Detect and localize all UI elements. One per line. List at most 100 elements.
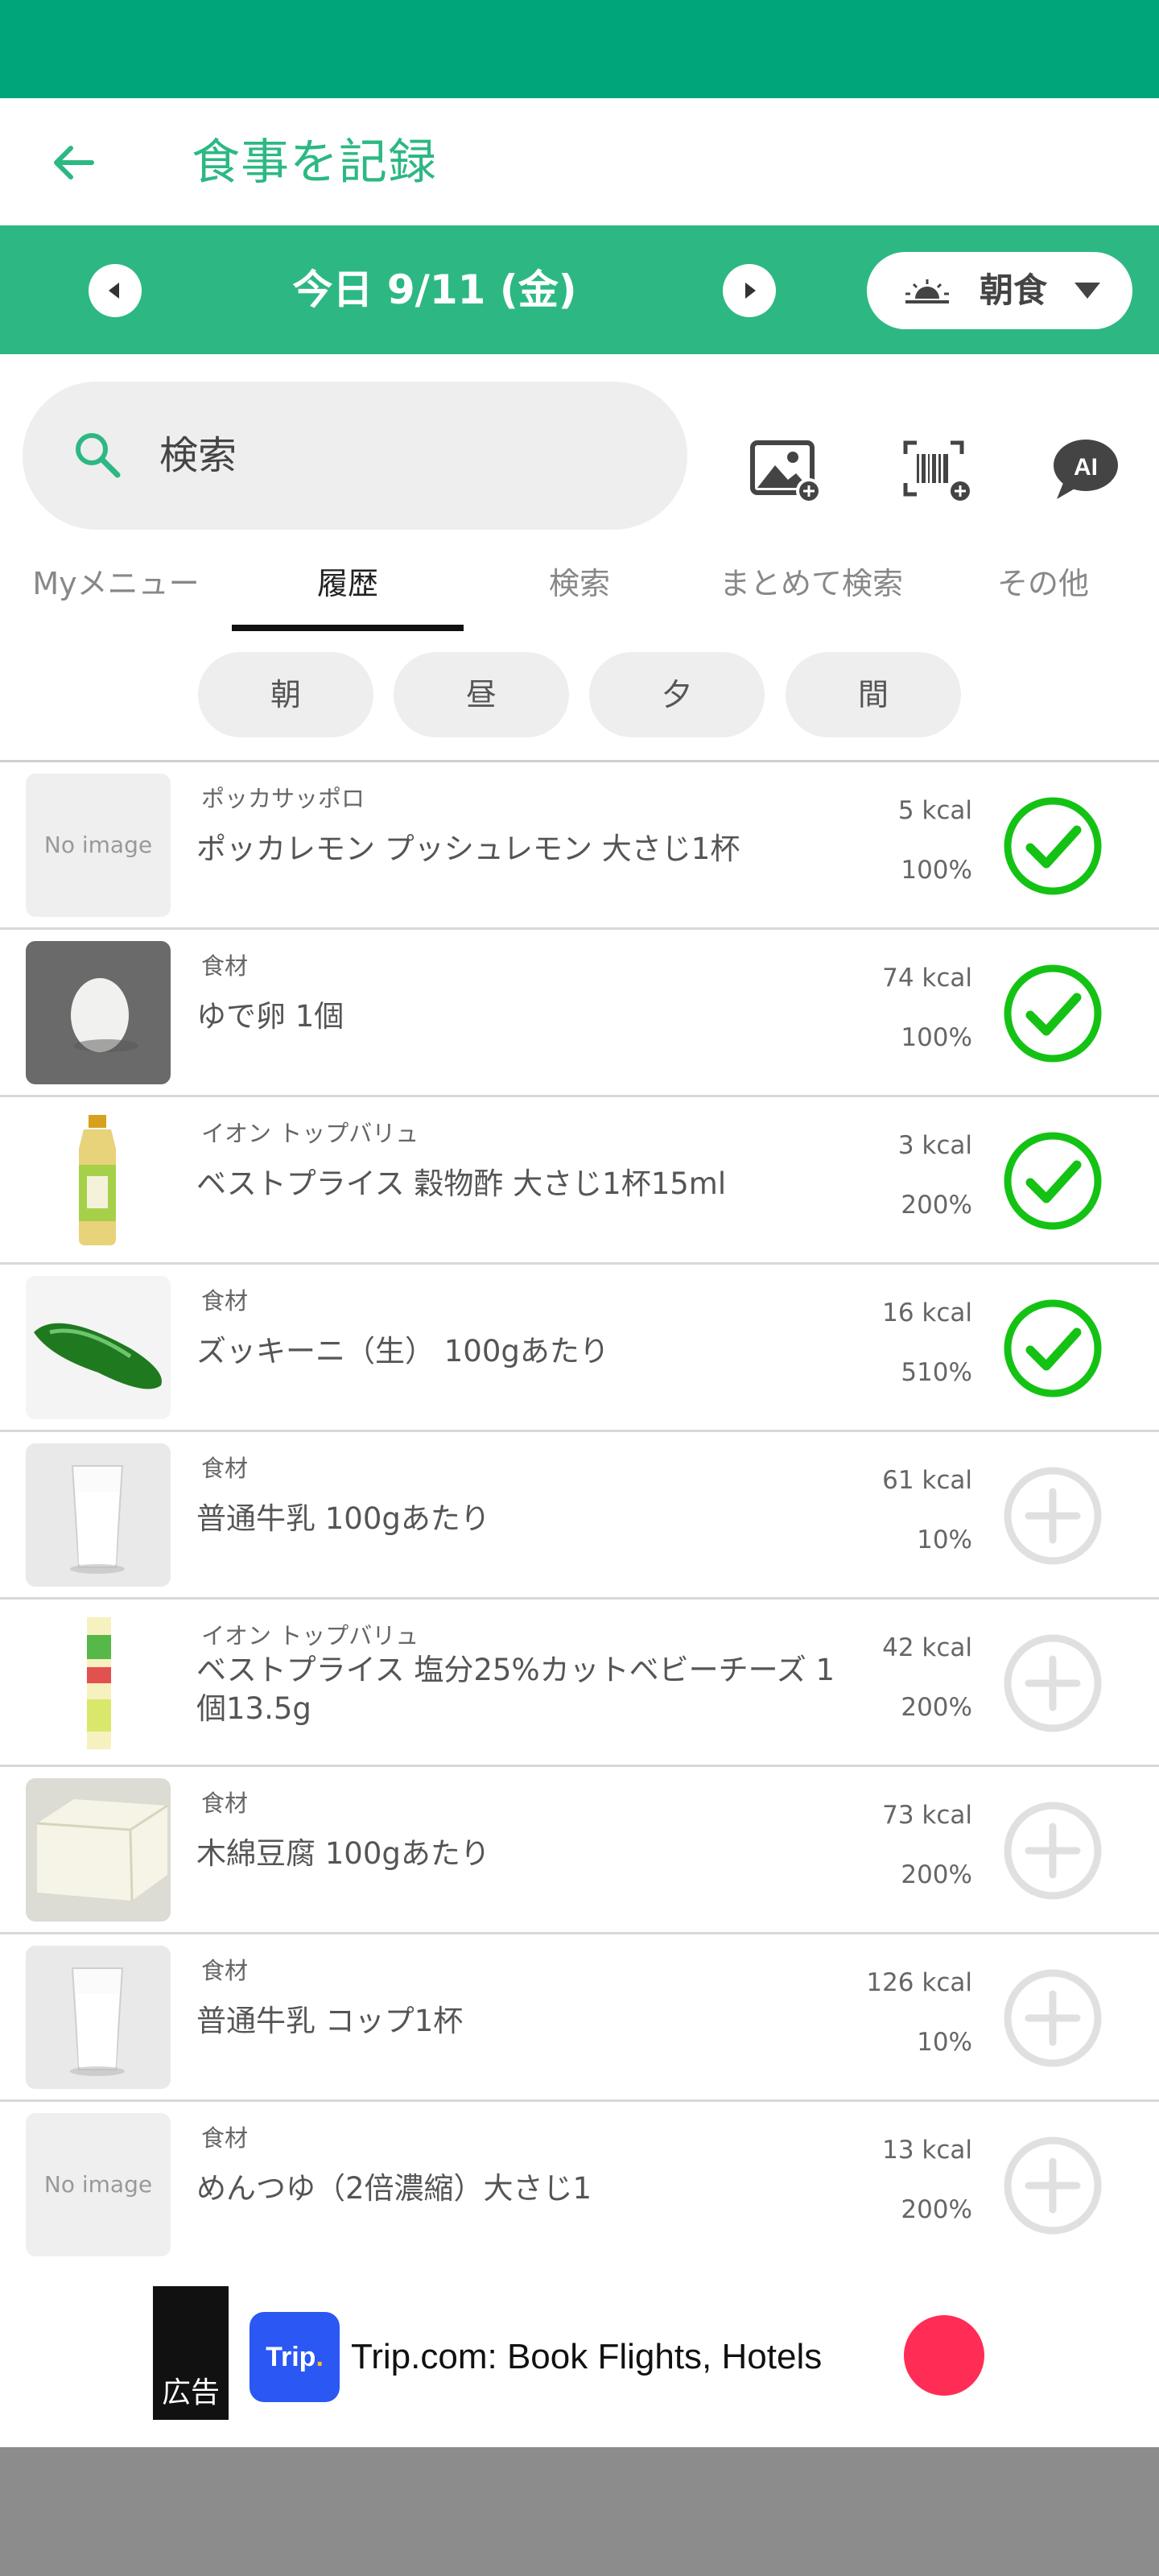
food-thumbnail bbox=[26, 1946, 171, 2089]
food-calories: 126 kcal bbox=[866, 1968, 972, 1997]
food-list-item[interactable]: No image ポッカサッポロ ポッカレモン プッシュレモン 大さじ1杯 5 kca… bbox=[0, 762, 1159, 930]
chip-breakfast[interactable]: 朝 bbox=[198, 652, 373, 737]
system-navigation-bar bbox=[0, 2447, 1159, 2576]
add-circle-icon bbox=[1004, 1969, 1102, 2067]
food-calories: 61 kcal bbox=[882, 1466, 972, 1495]
trip-logo-text: Trip bbox=[266, 2342, 316, 2372]
tab-bar: Myメニュー 履歴 検索 まとめて検索 その他 bbox=[0, 544, 1159, 633]
food-name: めんつゆ（2倍濃縮）大さじ1 bbox=[196, 2171, 592, 2206]
food-thumbnail bbox=[26, 1108, 171, 1252]
food-calories: 13 kcal bbox=[882, 2136, 972, 2165]
food-portion-percent: 100% bbox=[901, 1023, 972, 1052]
added-check-button[interactable] bbox=[1001, 1129, 1104, 1232]
status-bar bbox=[0, 0, 1159, 98]
added-check-button[interactable] bbox=[1001, 1297, 1104, 1400]
ad-text: Trip.com: Book Flights, Hotels bbox=[351, 2337, 823, 2376]
photo-add-button[interactable] bbox=[742, 427, 831, 515]
ai-button[interactable]: AI bbox=[1040, 427, 1128, 515]
search-input[interactable]: 検索 bbox=[23, 382, 687, 530]
ad-action-button[interactable] bbox=[904, 2315, 984, 2396]
food-name: ベストプライス 塩分25%カットベビーチーズ 1個13.5g bbox=[196, 1653, 835, 1726]
food-portion-percent: 200% bbox=[901, 1191, 972, 1220]
food-name: ズッキーニ（生） 100gあたり bbox=[196, 1334, 609, 1368]
tab-search[interactable]: 検索 bbox=[464, 544, 695, 633]
dropdown-caret-icon bbox=[1074, 283, 1100, 299]
barcode-scan-button[interactable] bbox=[893, 427, 982, 515]
ad-banner[interactable]: 広告 Trip. Trip.com: Book Flights, Hotels bbox=[0, 2267, 1159, 2447]
food-portion-percent: 200% bbox=[901, 1693, 972, 1722]
food-list-item[interactable]: 食材 木綿豆腐 100gあたり 73 kcal 200% bbox=[0, 1767, 1159, 1934]
meal-type-dropdown[interactable]: 朝食 bbox=[867, 252, 1132, 329]
triangle-right-icon bbox=[745, 283, 756, 299]
food-portion-percent: 10% bbox=[917, 1525, 972, 1554]
chip-dinner[interactable]: 夕 bbox=[589, 652, 765, 737]
food-list-item[interactable]: イオン トップバリュベストプライス 穀物酢 大さじ1杯15ml 3 kcal 200… bbox=[0, 1097, 1159, 1265]
add-circle-icon bbox=[1004, 1467, 1102, 1565]
trip-logo: Trip. bbox=[250, 2312, 340, 2402]
food-list-item[interactable]: 食材 普通牛乳 100gあたり 61 kcal 10% bbox=[0, 1432, 1159, 1600]
added-check-button[interactable] bbox=[1001, 795, 1104, 898]
food-name: 木綿豆腐 100gあたり bbox=[196, 1836, 490, 1871]
food-brand: ポッカサッポロ bbox=[201, 785, 365, 812]
food-thumbnail: No image bbox=[26, 2113, 171, 2256]
page-title: 食事を記録 bbox=[192, 134, 437, 191]
food-thumbnail bbox=[26, 1443, 171, 1587]
add-circle-icon bbox=[1004, 1802, 1102, 1900]
previous-day-button[interactable] bbox=[89, 264, 142, 317]
next-day-button[interactable] bbox=[723, 264, 776, 317]
food-name: 普通牛乳 コップ1杯 bbox=[196, 2004, 464, 2038]
food-brand: 食材 bbox=[201, 1287, 249, 1315]
tab-history[interactable]: 履歴 bbox=[232, 544, 464, 633]
search-row: 検索 AI bbox=[0, 354, 1159, 531]
add-circle-icon bbox=[1004, 1634, 1102, 1732]
triangle-left-icon bbox=[109, 283, 119, 299]
barcode-add-icon bbox=[903, 440, 973, 504]
svg-text:AI: AI bbox=[1074, 454, 1098, 481]
tab-my-menu[interactable]: Myメニュー bbox=[0, 544, 232, 633]
food-list-item[interactable]: 食材 普通牛乳 コップ1杯 126 kcal 10% bbox=[0, 1934, 1159, 2102]
add-item-button[interactable] bbox=[1001, 2134, 1104, 2237]
food-brand: 食材 bbox=[201, 952, 249, 980]
food-list-item[interactable]: 食材 ズッキーニ（生） 100gあたり 16 kcal 510% bbox=[0, 1265, 1159, 1432]
check-circle-icon bbox=[1004, 1132, 1102, 1230]
image-add-icon bbox=[750, 440, 822, 504]
food-name: ベストプライス 穀物酢 大さじ1杯15ml bbox=[196, 1166, 727, 1201]
no-image-text: No image bbox=[43, 832, 153, 858]
tab-bulk-search[interactable]: まとめて検索 bbox=[695, 544, 927, 633]
search-icon bbox=[76, 433, 121, 478]
check-circle-icon bbox=[1004, 797, 1102, 895]
add-item-button[interactable] bbox=[1001, 1632, 1104, 1735]
trip-logo-dot: . bbox=[316, 2342, 324, 2372]
search-placeholder: 検索 bbox=[159, 433, 237, 478]
food-portion-percent: 10% bbox=[917, 2028, 972, 2057]
sunrise-icon bbox=[905, 279, 949, 303]
food-list-item[interactable]: No image 食材 めんつゆ（2倍濃縮）大さじ1 13 kcal 200% bbox=[0, 2102, 1159, 2269]
add-item-button[interactable] bbox=[1001, 1464, 1104, 1567]
chip-lunch[interactable]: 昼 bbox=[394, 652, 569, 737]
ad-label: 広告 bbox=[161, 2376, 220, 2409]
chip-snack[interactable]: 間 bbox=[786, 652, 961, 737]
food-list-item[interactable]: 食材 ゆで卵 1個 74 kcal 100% bbox=[0, 930, 1159, 1097]
food-thumbnail: No image bbox=[26, 774, 171, 917]
add-item-button[interactable] bbox=[1001, 1799, 1104, 1902]
food-portion-percent: 510% bbox=[901, 1358, 972, 1387]
current-date: 今日 9/11 (金) bbox=[292, 266, 577, 313]
meal-type-label: 朝食 bbox=[980, 270, 1048, 310]
tab-other[interactable]: その他 bbox=[927, 544, 1159, 633]
food-calories: 3 kcal bbox=[897, 1131, 972, 1160]
food-name: ポッカレモン プッシュレモン 大さじ1杯 bbox=[196, 832, 740, 866]
food-name: ゆで卵 1個 bbox=[196, 999, 344, 1034]
food-list-item[interactable]: イオン トップバリュ ベストプライス 塩分25%カットベビーチーズ 1個13.5g… bbox=[0, 1600, 1159, 1767]
active-tab-indicator bbox=[232, 625, 464, 631]
food-brand: イオン トップバリュ bbox=[201, 1120, 419, 1147]
add-circle-icon bbox=[1004, 2136, 1102, 2235]
food-brand: 食材 bbox=[201, 1790, 249, 1817]
add-item-button[interactable] bbox=[1001, 1967, 1104, 2070]
added-check-button[interactable] bbox=[1001, 962, 1104, 1065]
back-arrow-icon bbox=[54, 146, 94, 180]
food-thumbnail bbox=[26, 1611, 171, 1754]
food-thumbnail bbox=[26, 1276, 171, 1419]
food-calories: 42 kcal bbox=[882, 1633, 972, 1662]
back-button[interactable] bbox=[40, 129, 108, 196]
no-image-text: No image bbox=[43, 2171, 153, 2198]
